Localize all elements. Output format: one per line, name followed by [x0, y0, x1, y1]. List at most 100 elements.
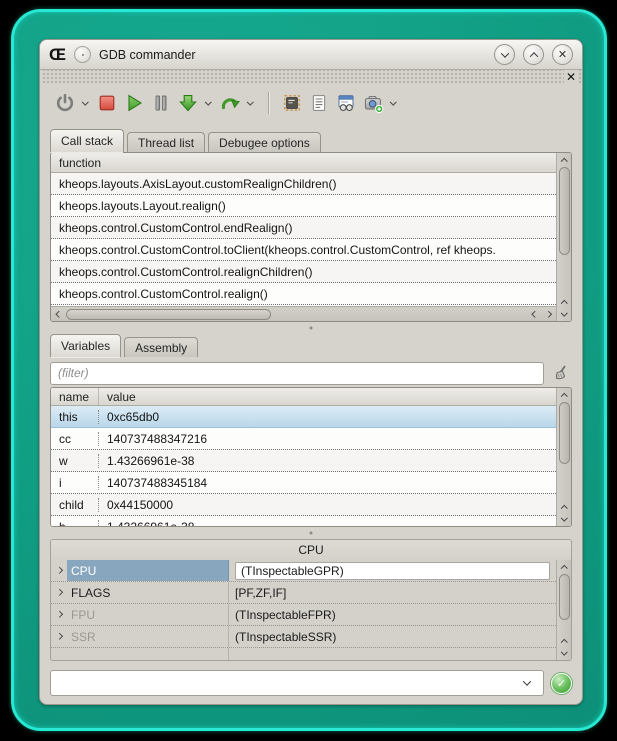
clear-filter-button[interactable]	[550, 362, 572, 384]
gdb-command-input[interactable]	[59, 676, 523, 690]
scroll-up-button[interactable]	[557, 154, 571, 166]
expand-button[interactable]	[51, 590, 67, 595]
add-snapshot-button[interactable]	[362, 92, 384, 114]
column-name[interactable]: name	[51, 388, 99, 405]
send-command-button[interactable]: ✓	[551, 673, 572, 694]
add-snapshot-dropdown[interactable]	[387, 101, 399, 106]
gdb-command-combo[interactable]	[50, 670, 544, 696]
hscroll-thumb[interactable]	[66, 309, 271, 320]
callstack-row[interactable]: kheops.control.CustomControl.realignChil…	[51, 261, 556, 283]
app-frame: Œ GDB commander ✕ ✕	[11, 9, 607, 731]
titlebar: Œ GDB commander ✕	[40, 40, 582, 70]
scroll-down-button[interactable]	[557, 308, 571, 320]
tab-debugee-options[interactable]: Debugee options	[208, 132, 321, 152]
pause-icon	[151, 93, 171, 113]
callstack-row[interactable]: kheops.layouts.AxisLayout.customRealignC…	[51, 173, 556, 195]
column-value[interactable]: value	[99, 388, 144, 405]
scroll-up-button[interactable]	[557, 635, 571, 647]
step-over-button[interactable]	[219, 92, 241, 114]
scroll-up-button[interactable]	[557, 296, 571, 308]
callstack-row[interactable]: kheops.control.CustomControl.endRealign(…	[51, 217, 556, 239]
tab-thread-list[interactable]: Thread list	[127, 132, 205, 152]
variables-vscrollbar[interactable]	[556, 388, 571, 526]
gdb-command-row: ✓	[50, 669, 572, 697]
run-button[interactable]	[123, 92, 145, 114]
splitter-handle[interactable]	[50, 322, 572, 334]
stop-button[interactable]	[96, 92, 118, 114]
callstack-row[interactable]: kheops.layouts.Layout.realign()	[51, 195, 556, 217]
tab-call-stack[interactable]: Call stack	[50, 129, 124, 152]
combo-dropdown[interactable]	[521, 680, 533, 686]
tab-assembly[interactable]: Assembly	[124, 337, 198, 357]
callstack-panel: function kheops.layouts.AxisLayout.custo…	[50, 152, 572, 322]
column-function[interactable]: function	[51, 153, 109, 172]
callstack-tabbar: Call stack Thread list Debugee options	[50, 129, 572, 152]
maximize-button[interactable]	[523, 44, 544, 65]
dock-grip[interactable]: ✕	[41, 70, 581, 85]
variable-row[interactable]: w 1.43266961e-38	[51, 450, 556, 472]
chevron-down-icon	[561, 648, 567, 654]
cpu-view-button[interactable]	[281, 92, 303, 114]
expand-button[interactable]	[51, 612, 67, 617]
scroll-up-button[interactable]	[557, 501, 571, 513]
close-button[interactable]: ✕	[552, 44, 573, 65]
window-menu-button[interactable]	[74, 46, 91, 63]
scroll-left-button[interactable]	[529, 312, 542, 317]
variables-panel: name value this 0xc65db0 cc 140737488347…	[50, 387, 572, 527]
step-in-dropdown[interactable]	[202, 101, 214, 106]
power-dropdown[interactable]	[79, 101, 91, 106]
variable-row[interactable]: cc 140737488347216	[51, 428, 556, 450]
scroll-right-button[interactable]	[542, 312, 555, 317]
dock-close-button[interactable]: ✕	[564, 70, 578, 85]
callstack-hscrollbar[interactable]	[51, 306, 556, 321]
chevron-up-icon	[561, 393, 567, 399]
watch-expressions-button[interactable]	[335, 92, 357, 114]
chevron-right-icon	[545, 311, 551, 317]
step-over-icon	[220, 93, 240, 113]
camera-add-icon	[363, 93, 384, 114]
variable-row[interactable]: this 0xc65db0	[51, 406, 556, 428]
splitter-handle[interactable]	[50, 527, 572, 539]
vscroll-thumb[interactable]	[559, 167, 570, 255]
output-log-button[interactable]	[308, 92, 330, 114]
pause-button[interactable]	[150, 92, 172, 114]
cpu-row[interactable]: FLAGS [PF,ZF,IF]	[51, 582, 556, 604]
scroll-down-button[interactable]	[557, 513, 571, 525]
vscroll-thumb[interactable]	[559, 574, 570, 620]
step-over-dropdown[interactable]	[244, 101, 256, 106]
expand-button[interactable]	[51, 568, 67, 573]
cpu-panel-title: CPU	[51, 540, 571, 560]
scroll-up-button[interactable]	[557, 389, 571, 401]
scroll-up-button[interactable]	[557, 561, 571, 573]
cpu-row[interactable]	[51, 648, 556, 660]
variable-row[interactable]: i 140737488345184	[51, 472, 556, 494]
minimize-button[interactable]	[494, 44, 515, 65]
cpu-row[interactable]: CPU (TInspectableGPR)	[51, 560, 556, 582]
chevron-left-icon	[532, 311, 538, 317]
cpu-vscrollbar[interactable]	[556, 560, 571, 660]
play-icon	[124, 93, 144, 113]
window-title: GDB commander	[99, 48, 196, 62]
filter-input[interactable]	[50, 362, 544, 385]
vscroll-thumb[interactable]	[559, 402, 570, 464]
variables-header[interactable]: name value	[51, 388, 556, 406]
debug-toolbar	[40, 85, 582, 121]
chevron-up-icon	[529, 52, 537, 60]
power-button[interactable]	[54, 92, 76, 114]
cpu-row[interactable]: SSR (TInspectableSSR)	[51, 626, 556, 648]
scroll-left-button[interactable]	[52, 312, 66, 317]
cpu-row[interactable]: FPU (TInspectableFPR)	[51, 604, 556, 626]
callstack-row[interactable]: kheops.control.CustomControl.realign()	[51, 283, 556, 305]
variable-row[interactable]: h 1.43266961e-38	[51, 516, 556, 526]
tab-variables[interactable]: Variables	[50, 334, 121, 357]
callstack-vscrollbar[interactable]	[556, 153, 571, 321]
callstack-row[interactable]: kheops.control.CustomControl.toClient(kh…	[51, 239, 556, 261]
cpu-value-field[interactable]: (TInspectableGPR)	[235, 562, 550, 580]
scroll-down-button[interactable]	[557, 647, 571, 659]
expand-button[interactable]	[51, 634, 67, 639]
variable-row[interactable]: child 0x44150000	[51, 494, 556, 516]
step-in-button[interactable]	[177, 92, 199, 114]
callstack-header[interactable]: function	[51, 153, 556, 173]
chevron-down-icon	[523, 677, 531, 685]
chevron-right-icon	[56, 589, 62, 595]
